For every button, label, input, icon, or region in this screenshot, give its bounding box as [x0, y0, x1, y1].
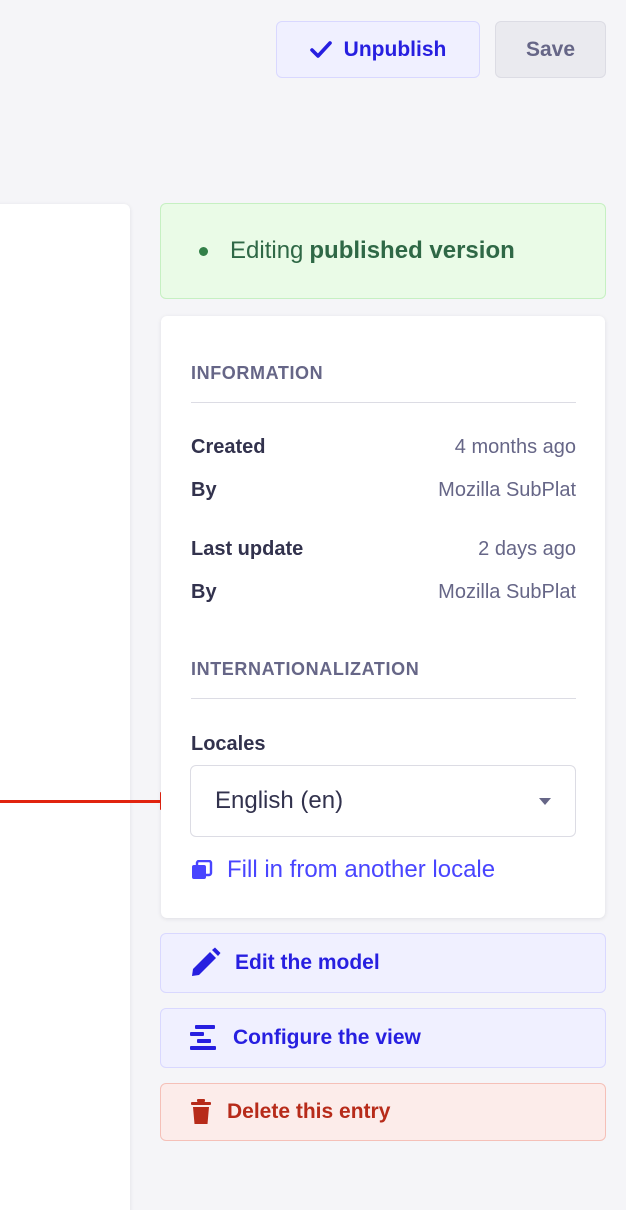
info-label: Last update — [191, 538, 304, 560]
check-icon — [309, 40, 332, 58]
trash-icon — [191, 1099, 211, 1124]
locale-select-value: English (en) — [215, 787, 344, 814]
info-value: 4 months ago — [454, 436, 576, 458]
edit-model-button[interactable]: Edit the model — [160, 933, 606, 993]
configure-view-button[interactable]: Configure the view — [160, 1008, 606, 1068]
info-value: Mozilla SubPlat — [438, 581, 576, 603]
caret-down-icon — [539, 797, 551, 805]
save-button[interactable]: Save — [495, 21, 606, 78]
duplicate-icon — [192, 860, 213, 879]
i18n-divider — [191, 698, 576, 699]
status-banner: Editing published version — [160, 203, 606, 299]
locales-label: Locales — [191, 733, 266, 755]
save-label: Save — [525, 37, 576, 61]
info-row-created: Created 4 months ago — [191, 436, 576, 459]
info-row-last-update: Last update 2 days ago — [191, 538, 576, 561]
locale-select[interactable]: English (en) — [190, 765, 576, 837]
status-emphasis: published version — [309, 237, 515, 264]
configure-view-label: Configure the view — [233, 1026, 421, 1049]
info-label: By — [191, 479, 217, 501]
status-dot-icon — [199, 246, 208, 256]
fill-from-locale-link[interactable]: Fill in from another locale — [191, 856, 495, 884]
delete-entry-button[interactable]: Delete this entry — [160, 1083, 606, 1141]
information-card: INFORMATION Created 4 months ago By Mozi… — [161, 316, 605, 918]
pencil-icon — [192, 947, 221, 976]
information-title: INFORMATION — [191, 363, 324, 383]
delete-entry-label: Delete this entry — [227, 1100, 391, 1123]
info-row-created-by: By Mozilla SubPlat — [191, 479, 576, 502]
info-row-updated-by: By Mozilla SubPlat — [191, 581, 576, 604]
i18n-title: INTERNATIONALIZATION — [191, 659, 420, 679]
annotation-arrow-line — [0, 800, 164, 803]
unpublish-label: Unpublish — [343, 37, 447, 61]
info-label: Created — [191, 436, 266, 458]
fill-link-label: Fill in from another locale — [227, 856, 496, 883]
info-value: Mozilla SubPlat — [438, 479, 576, 501]
info-value: 2 days ago — [478, 538, 576, 560]
information-divider — [191, 402, 576, 403]
content-manager-edit-view: Unpublish Save Editing published version… — [0, 0, 626, 1210]
layout-list-icon — [190, 1025, 216, 1050]
edit-model-label: Edit the model — [235, 951, 380, 974]
editor-panel — [0, 204, 130, 1210]
info-label: By — [191, 581, 217, 603]
status-prefix: Editing — [230, 237, 304, 264]
unpublish-button[interactable]: Unpublish — [276, 21, 480, 78]
